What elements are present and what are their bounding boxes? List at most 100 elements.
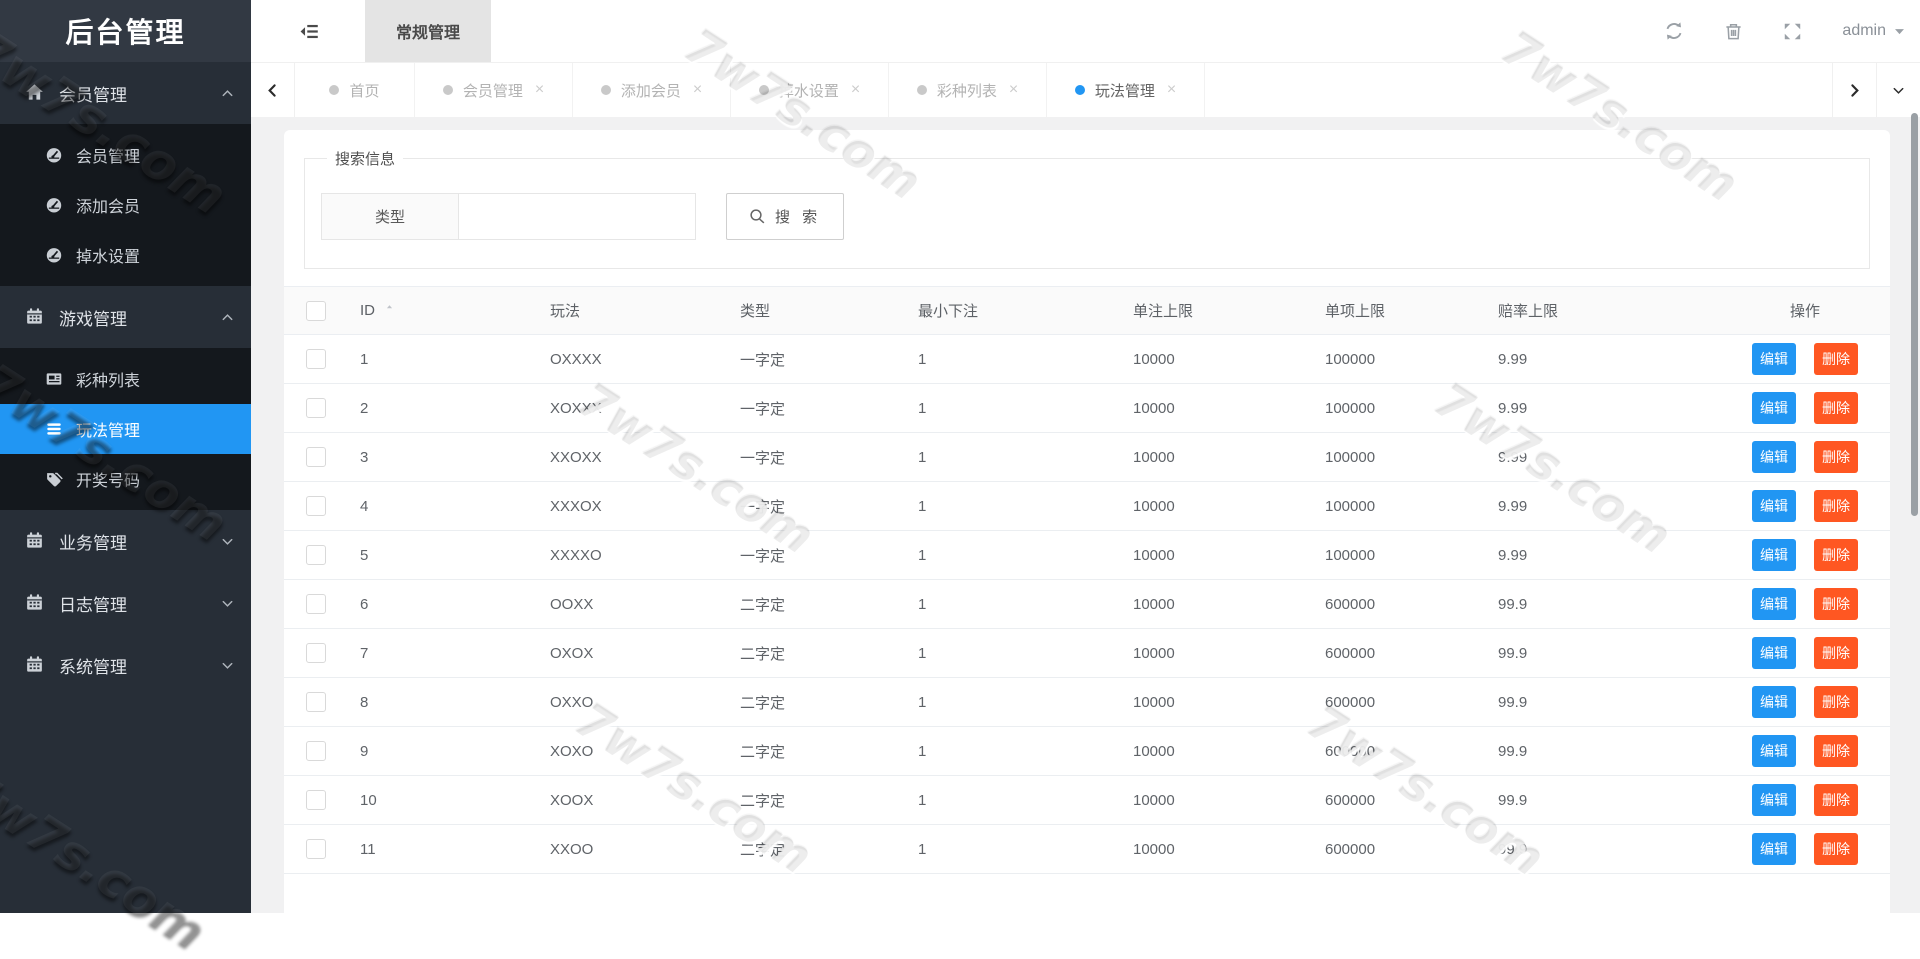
table-row: 7 OXOX 二字定 1 10000 600000 99.9 编辑 删除: [284, 628, 1890, 678]
tabs-scroll-left-button[interactable]: [251, 63, 295, 117]
row-checkbox[interactable]: [306, 741, 326, 761]
edit-button[interactable]: 编辑: [1752, 588, 1796, 620]
dashboard-icon: [45, 246, 63, 264]
clear-button[interactable]: [1724, 22, 1743, 41]
edit-button[interactable]: 编辑: [1752, 833, 1796, 865]
table-row: 9 XOXO 二字定 1 10000 600000 99.9 编辑 删除: [284, 726, 1890, 776]
row-checkbox[interactable]: [306, 447, 326, 467]
cell-play: XXOXX: [526, 432, 716, 482]
table-row: 11 XXOO 二字定 1 10000 600000 99.9 编辑 删除: [284, 824, 1890, 874]
tags-icon: [45, 470, 63, 488]
sidebar-item[interactable]: 彩种列表: [0, 354, 251, 404]
open-tab[interactable]: 彩种列表 ×: [889, 63, 1047, 117]
sidebar-group-label: 日志管理: [59, 595, 127, 615]
delete-button[interactable]: 删除: [1814, 735, 1858, 767]
sidebar-collapse-button[interactable]: [299, 21, 320, 42]
type-input[interactable]: [459, 193, 696, 240]
sidebar-item[interactable]: 开奖号码: [0, 454, 251, 504]
home-icon: [25, 83, 45, 103]
edit-button[interactable]: 编辑: [1752, 490, 1796, 522]
tabs-scroll-right-button[interactable]: [1832, 63, 1876, 117]
delete-button[interactable]: 删除: [1814, 392, 1858, 424]
sidebar-item[interactable]: 玩法管理: [0, 404, 251, 454]
type-field-group: 类型: [321, 193, 696, 240]
delete-button[interactable]: 删除: [1814, 588, 1858, 620]
column-header[interactable]: ID: [336, 286, 526, 335]
open-tab[interactable]: 首页: [295, 63, 415, 117]
edit-button[interactable]: 编辑: [1752, 343, 1796, 375]
cell-play: XXXOX: [526, 481, 716, 531]
tab-close-icon[interactable]: ×: [1009, 82, 1018, 98]
sort-icon[interactable]: [383, 302, 396, 317]
delete-button[interactable]: 删除: [1814, 490, 1858, 522]
caret-down-icon: [1893, 25, 1906, 38]
type-field-label: 类型: [321, 193, 459, 240]
sidebar-group[interactable]: 业务管理: [0, 510, 251, 572]
delete-button[interactable]: 删除: [1814, 539, 1858, 571]
sidebar-group[interactable]: 游戏管理: [0, 286, 251, 348]
tab-label: 会员管理: [462, 82, 523, 100]
row-checkbox[interactable]: [306, 398, 326, 418]
row-checkbox[interactable]: [306, 839, 326, 859]
sidebar-group[interactable]: 系统管理: [0, 634, 251, 696]
tab-close-icon[interactable]: ×: [1167, 82, 1176, 98]
tab-label: 掉水设置: [778, 82, 839, 100]
delete-button[interactable]: 删除: [1814, 686, 1858, 718]
sidebar-item[interactable]: 添加会员: [0, 180, 251, 230]
open-tab[interactable]: 玩法管理 ×: [1047, 63, 1205, 117]
cell-odds-limit: 99.9: [1474, 824, 1720, 874]
delete-button[interactable]: 删除: [1814, 343, 1858, 375]
tab-close-icon[interactable]: ×: [535, 82, 544, 98]
edit-button[interactable]: 编辑: [1752, 539, 1796, 571]
open-tab[interactable]: 会员管理 ×: [415, 63, 573, 117]
delete-button[interactable]: 删除: [1814, 784, 1858, 816]
cell-min-bet: 1: [894, 383, 1109, 433]
sidebar-item[interactable]: 会员管理: [0, 130, 251, 180]
edit-button[interactable]: 编辑: [1752, 637, 1796, 669]
delete-button[interactable]: 删除: [1814, 833, 1858, 865]
chevron-down-icon: [1891, 83, 1906, 98]
edit-button[interactable]: 编辑: [1752, 686, 1796, 718]
sidebar-item-label: 玩法管理: [76, 423, 141, 440]
app-logo: 后台管理: [0, 0, 251, 62]
edit-button[interactable]: 编辑: [1752, 441, 1796, 473]
edit-button[interactable]: 编辑: [1752, 735, 1796, 767]
row-checkbox[interactable]: [306, 643, 326, 663]
row-checkbox[interactable]: [306, 496, 326, 516]
sidebar-group[interactable]: 会员管理: [0, 62, 251, 124]
tab-close-icon[interactable]: ×: [693, 82, 702, 98]
tabs-menu-button[interactable]: [1876, 63, 1920, 117]
row-checkbox[interactable]: [306, 349, 326, 369]
user-menu[interactable]: admin: [1842, 22, 1906, 40]
open-tab[interactable]: 掉水设置 ×: [731, 63, 889, 117]
search-button[interactable]: 搜 索: [726, 193, 845, 240]
cell-min-bet: 1: [894, 775, 1109, 825]
delete-button[interactable]: 删除: [1814, 441, 1858, 473]
topnav-tab-general[interactable]: 常规管理: [365, 0, 492, 62]
tab-close-icon[interactable]: ×: [851, 82, 860, 98]
row-checkbox[interactable]: [306, 692, 326, 712]
row-checkbox[interactable]: [306, 790, 326, 810]
open-tabs: 首页 会员管理 × 添加会员 × 掉水设置 × 彩种列表 × 玩法管理 ×: [295, 63, 1832, 117]
row-checkbox[interactable]: [306, 545, 326, 565]
edit-button[interactable]: 编辑: [1752, 784, 1796, 816]
refresh-button[interactable]: [1664, 21, 1684, 41]
fullscreen-button[interactable]: [1783, 22, 1802, 41]
username: admin: [1842, 22, 1886, 39]
cell-play: XOXXX: [526, 383, 716, 433]
row-checkbox[interactable]: [306, 594, 326, 614]
cell-play: XXOO: [526, 824, 716, 874]
sidebar-group-label: 游戏管理: [59, 309, 127, 329]
calendar-icon: [25, 531, 45, 551]
sidebar-submenu: 彩种列表玩法管理开奖号码: [0, 348, 251, 510]
edit-button[interactable]: 编辑: [1752, 392, 1796, 424]
select-all-checkbox[interactable]: [306, 300, 326, 321]
cell-item-limit: 100000: [1301, 383, 1474, 433]
cell-min-bet: 1: [894, 726, 1109, 776]
scrollbar-thumb[interactable]: [1911, 113, 1918, 516]
sidebar-item[interactable]: 掉水设置: [0, 230, 251, 280]
delete-button[interactable]: 删除: [1814, 637, 1858, 669]
sidebar-group[interactable]: 日志管理: [0, 572, 251, 634]
open-tab[interactable]: 添加会员 ×: [573, 63, 731, 117]
list-icon: [45, 420, 63, 438]
